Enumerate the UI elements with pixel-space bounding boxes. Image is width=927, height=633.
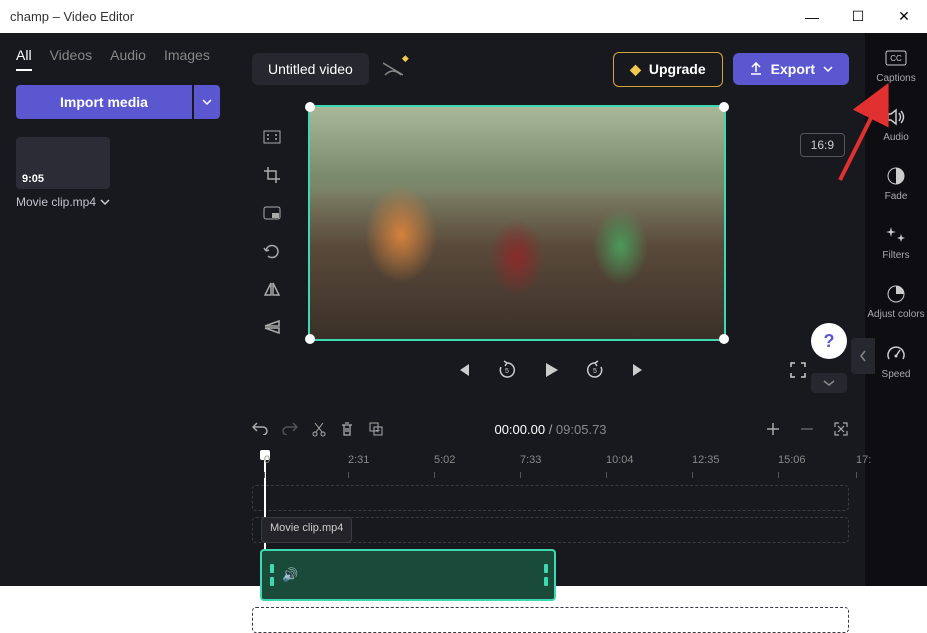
- tab-videos[interactable]: Videos: [50, 47, 93, 71]
- fullscreen-button[interactable]: [787, 359, 809, 381]
- zoom-fit-button[interactable]: [833, 421, 849, 437]
- resize-handle[interactable]: [305, 102, 315, 112]
- video-preview[interactable]: [308, 105, 726, 341]
- sidebar-item-adjust-colors[interactable]: Adjust colors: [867, 283, 924, 321]
- upload-icon: [749, 62, 763, 76]
- help-button[interactable]: ?: [811, 323, 847, 359]
- svg-text:+: +: [376, 426, 381, 435]
- chevron-down-icon: [100, 197, 110, 207]
- maximize-button[interactable]: ☐: [835, 0, 881, 33]
- sidebar-item-label: Adjust colors: [867, 309, 924, 321]
- project-title-input[interactable]: Untitled video: [252, 53, 369, 85]
- timeline-track-video[interactable]: 🔊: [252, 549, 849, 601]
- filters-icon: [886, 224, 906, 246]
- timeline-track-text[interactable]: Movie clip.mp4: [252, 517, 849, 543]
- ruler-tick: 17:: [856, 454, 871, 466]
- close-button[interactable]: ✕: [881, 0, 927, 33]
- split-button[interactable]: [312, 421, 326, 437]
- tab-audio[interactable]: Audio: [110, 47, 146, 71]
- adjust-colors-icon: [886, 283, 906, 305]
- rewind-5-button[interactable]: 5: [496, 359, 518, 381]
- tab-all[interactable]: All: [16, 47, 32, 71]
- clip-trim-right[interactable]: [544, 564, 548, 586]
- timeline-track-empty[interactable]: [252, 485, 849, 511]
- speed-icon: [886, 343, 906, 365]
- zoom-out-button[interactable]: [799, 421, 815, 437]
- svg-text:5: 5: [593, 368, 597, 375]
- flip-horizontal-icon[interactable]: [260, 277, 284, 301]
- ruler-tick: 10:04: [606, 454, 634, 466]
- ruler-tick: 15:06: [778, 454, 806, 466]
- timeline-ruler[interactable]: 0 2:31 5:02 7:33 10:04 12:35 15:06 17:: [252, 453, 849, 479]
- flip-vertical-icon[interactable]: [260, 315, 284, 339]
- media-duration: 9:05: [22, 173, 44, 185]
- sidebar-item-fade[interactable]: Fade: [885, 165, 908, 202]
- skip-back-button[interactable]: [452, 359, 474, 381]
- aspect-ratio-button[interactable]: 16:9: [800, 133, 845, 157]
- play-button[interactable]: [540, 359, 562, 381]
- import-media-dropdown[interactable]: [194, 85, 220, 119]
- ruler-tick: 2:31: [348, 454, 369, 466]
- resize-handle[interactable]: [719, 102, 729, 112]
- ruler-tick: 12:35: [692, 454, 720, 466]
- add-button[interactable]: [765, 421, 781, 437]
- ruler-tick: 5:02: [434, 454, 455, 466]
- svg-text:CC: CC: [890, 54, 902, 63]
- resize-handle[interactable]: [719, 334, 729, 344]
- undo-button[interactable]: [252, 421, 268, 437]
- window-title: champ – Video Editor: [10, 9, 134, 24]
- diamond-icon: ◆: [630, 61, 641, 78]
- rotate-tool-icon[interactable]: [260, 239, 284, 263]
- pip-tool-icon[interactable]: [260, 201, 284, 225]
- expand-preview-button[interactable]: [811, 373, 847, 393]
- crop-tool-icon[interactable]: [260, 163, 284, 187]
- speaker-icon[interactable]: 🔊: [282, 567, 298, 583]
- timeline-video-clip[interactable]: 🔊: [260, 549, 556, 601]
- media-thumbnail[interactable]: 9:05: [16, 137, 110, 189]
- timecode-display: 00:00.00 / 09:05.73: [494, 422, 606, 437]
- delete-button[interactable]: [340, 421, 354, 437]
- resize-handle[interactable]: [305, 334, 315, 344]
- fade-icon: [886, 165, 906, 187]
- skip-forward-button[interactable]: [628, 359, 650, 381]
- timeline-track-empty[interactable]: [252, 607, 849, 633]
- captions-icon: CC: [885, 47, 907, 69]
- sidebar-item-captions[interactable]: CC Captions: [876, 47, 915, 84]
- import-media-button[interactable]: Import media: [16, 85, 192, 119]
- sidebar-item-label: Audio: [883, 132, 909, 143]
- sidebar-item-label: Fade: [885, 191, 908, 202]
- forward-5-button[interactable]: 5: [584, 359, 606, 381]
- chevron-down-icon: [823, 64, 833, 74]
- tab-images[interactable]: Images: [164, 47, 210, 71]
- sidebar-item-audio[interactable]: Audio: [883, 106, 909, 143]
- ruler-tick: 7:33: [520, 454, 541, 466]
- svg-text:5: 5: [505, 368, 509, 375]
- timeline-clip-label[interactable]: Movie clip.mp4: [261, 517, 352, 543]
- audio-icon: [886, 106, 906, 128]
- sidebar-item-label: Speed: [882, 369, 911, 380]
- ruler-tick: 0: [264, 454, 270, 466]
- panel-collapse-button[interactable]: [851, 338, 875, 374]
- duplicate-button[interactable]: +: [368, 421, 384, 437]
- upgrade-button[interactable]: ◆ Upgrade: [613, 52, 723, 87]
- sidebar-item-label: Filters: [882, 250, 909, 261]
- minimize-button[interactable]: —: [789, 0, 835, 33]
- sidebar-item-speed[interactable]: Speed: [882, 343, 911, 380]
- sidebar-item-label: Captions: [876, 73, 915, 84]
- redo-button[interactable]: [282, 421, 298, 437]
- diamond-icon: ◆: [402, 53, 409, 64]
- clip-trim-left[interactable]: [270, 564, 274, 586]
- export-button[interactable]: Export: [733, 53, 849, 85]
- sidebar-item-filters[interactable]: Filters: [882, 224, 909, 261]
- fit-tool-icon[interactable]: [260, 125, 284, 149]
- media-filename[interactable]: Movie clip.mp4: [16, 195, 220, 209]
- closed-caption-toggle-icon[interactable]: ◆: [383, 61, 403, 77]
